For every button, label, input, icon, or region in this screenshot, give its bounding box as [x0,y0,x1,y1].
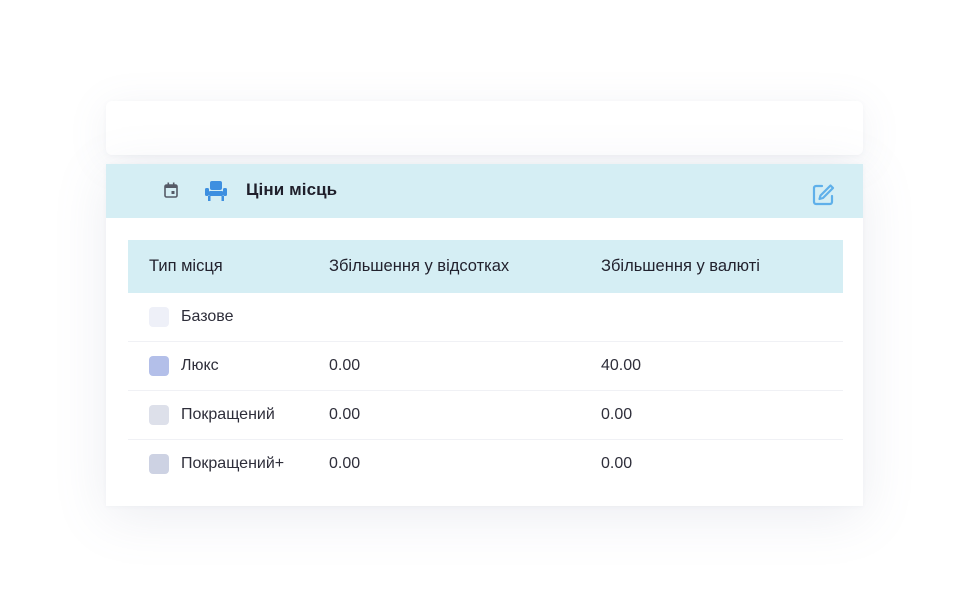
column-header-type: Тип місця [149,257,223,275]
calendar-icon[interactable] [164,182,178,198]
percent-value: 0.00 [329,357,361,374]
currency-value: 0.00 [601,406,633,423]
page: Ціни місць Тип місця Збільшення у відсот… [0,0,966,616]
seat-type-name: Базове [181,308,234,325]
seat-color-swatch [149,307,169,327]
seat-color-swatch [149,454,169,474]
currency-value: 40.00 [601,357,642,374]
column-header-percent: Збільшення у відсотках [329,257,510,275]
seat-type-name: Покращений [181,406,275,423]
seat-prices-table: Тип місця Збільшення у відсотках Збільше… [128,240,843,488]
table-row: Покращений+ 0.00 0.00 [128,440,843,488]
percent-value: 0.00 [329,455,361,472]
percent-value: 0.00 [329,406,361,423]
table-row: Базове [128,293,843,342]
column-header-currency: Збільшення у валюті [601,257,760,275]
armchair-icon [205,181,227,201]
seat-type-name: Покращений+ [181,455,285,472]
seat-prices-panel: Ціни місць Тип місця Збільшення у відсот… [106,164,863,506]
table-header: Тип місця Збільшення у відсотках Збільше… [128,240,843,293]
top-panel [106,101,863,155]
table-row: Покращений 0.00 0.00 [128,391,843,440]
table-row: Люкс 0.00 40.00 [128,342,843,391]
currency-value: 0.00 [601,455,633,472]
panel-header: Ціни місць [106,164,863,218]
panel-title: Ціни місць [246,180,338,199]
seat-type-name: Люкс [181,357,219,374]
seat-color-swatch [149,356,169,376]
seat-color-swatch [149,405,169,425]
edit-icon[interactable] [810,182,836,208]
